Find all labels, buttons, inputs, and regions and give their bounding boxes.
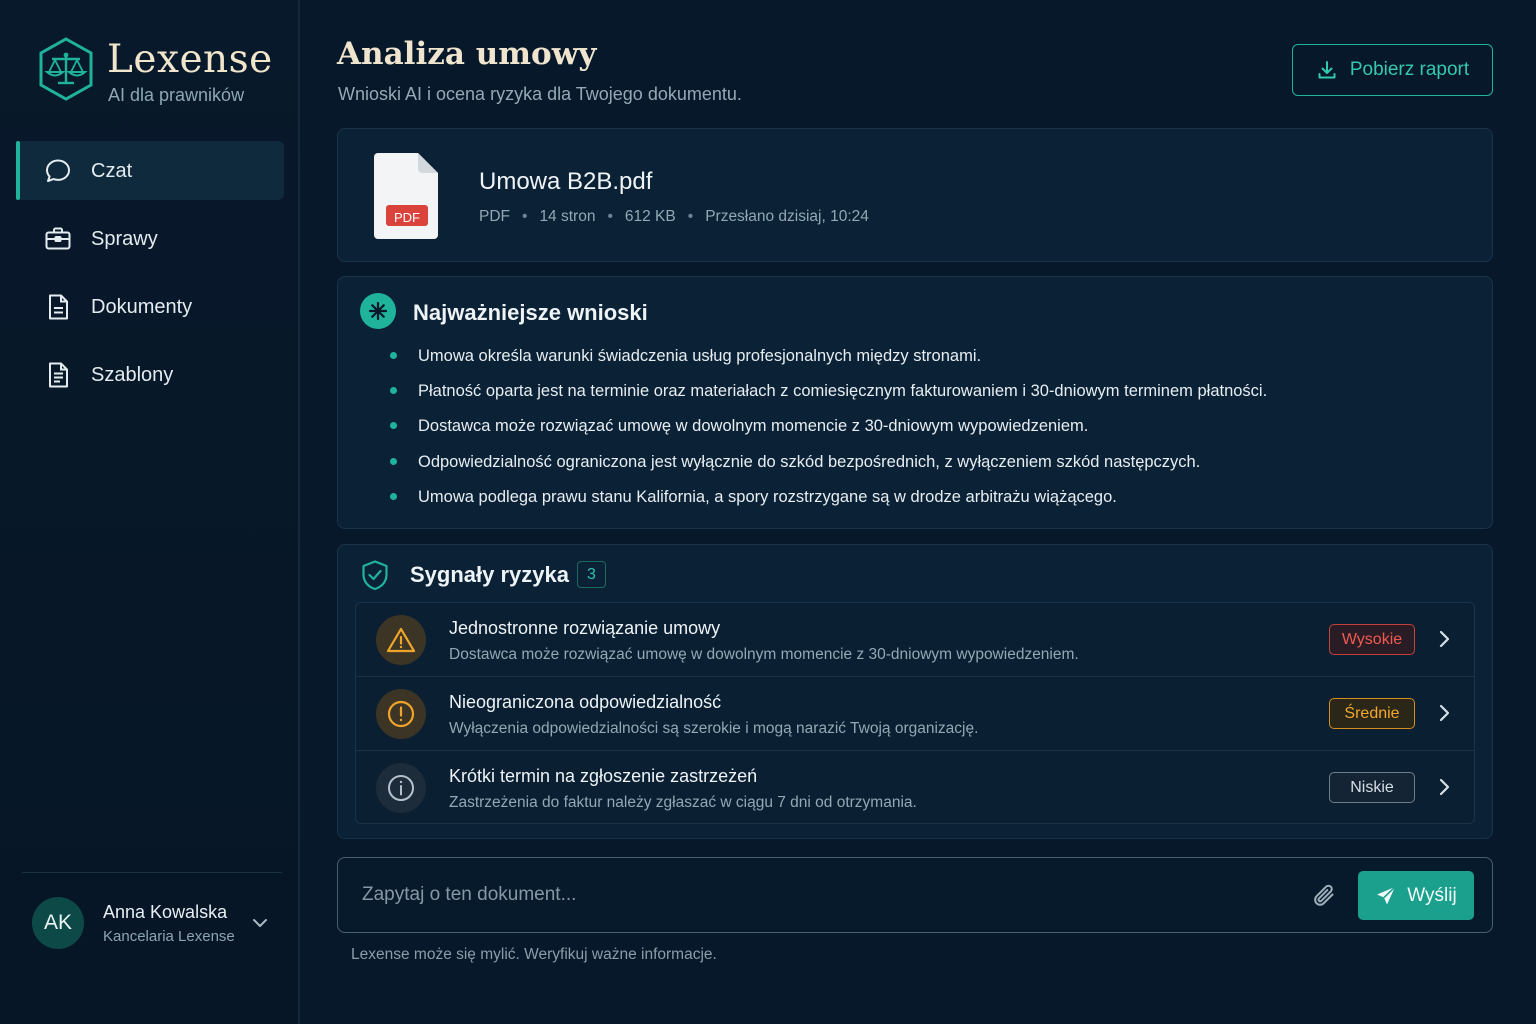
sidebar-item-dokumenty[interactable]: Dokumenty [16, 277, 284, 336]
sidebar: Lexense AI dla prawników Czat Sprawy Dok… [0, 0, 300, 1024]
risk-level-badge: Niskie [1329, 772, 1415, 803]
risk-description: Zastrzeżenia do faktur należy zgłaszać w… [449, 794, 917, 811]
sparkle-icon [360, 293, 396, 329]
paperclip-icon[interactable] [1311, 882, 1339, 910]
risk-item-low[interactable]: Krótki termin na zgłoszenie zastrzeżeń Z… [356, 751, 1474, 823]
send-icon [1377, 885, 1396, 904]
meta-separator: • [607, 208, 613, 225]
download-report-label: Pobierz raport [1349, 59, 1470, 80]
warning-triangle-icon [376, 615, 426, 665]
insight-item: Dostawca może rozwiązać umowę w dowolnym… [388, 413, 1267, 448]
key-insights-list: Umowa określa warunki świadczenia usług … [388, 343, 1267, 519]
risk-description: Dostawca może rozwiązać umowę w dowolnym… [449, 646, 1079, 663]
sidebar-item-label: Czat [91, 160, 133, 182]
brand[interactable]: Lexense AI dla prawników [36, 36, 286, 106]
chevron-right-icon [1439, 778, 1450, 796]
insight-item: Umowa określa warunki świadczenia usług … [388, 343, 1267, 378]
send-button[interactable]: Wyślij [1358, 871, 1474, 920]
file-name: Umowa B2B.pdf [479, 168, 653, 195]
user-organization: Kancelaria Lexense [103, 928, 235, 945]
risk-title: Nieograniczona odpowiedzialność [449, 692, 722, 712]
sidebar-item-label: Szablony [91, 364, 174, 386]
sidebar-item-szablony[interactable]: Szablony [16, 345, 284, 404]
sidebar-item-czat[interactable]: Czat [16, 141, 284, 200]
pdf-icon-label: PDF [394, 210, 420, 225]
file-type: PDF [479, 208, 510, 225]
file-pages: 14 stron [539, 208, 596, 225]
risk-level-badge: Wysokie [1329, 624, 1415, 655]
file-meta: PDF • 14 stron • 612 KB • Przesłano dzis… [479, 207, 869, 227]
user-menu[interactable]: AK Anna Kowalska Kancelaria Lexense [32, 897, 280, 951]
chevron-right-icon [1439, 630, 1450, 648]
template-icon [49, 362, 68, 388]
brand-tagline: AI dla prawników [108, 85, 245, 105]
info-circle-icon [376, 763, 426, 813]
shield-check-icon [362, 560, 388, 591]
risk-level-badge: Średnie [1329, 698, 1415, 729]
briefcase-icon [45, 227, 71, 250]
risk-signals-title: Sygnały ryzyka [410, 562, 569, 587]
chevron-right-icon [1439, 704, 1450, 722]
download-report-button[interactable]: Pobierz raport [1292, 44, 1493, 96]
sidebar-item-sprawy[interactable]: Sprawy [16, 209, 284, 268]
sidebar-item-label: Sprawy [91, 228, 158, 250]
insight-item: Płatność oparta jest na terminie oraz ma… [388, 378, 1267, 413]
chevron-down-icon [253, 919, 267, 927]
risk-description: Wyłączenia odpowiedzialności są szerokie… [449, 720, 979, 737]
meta-separator: • [522, 208, 528, 225]
insight-item: Umowa podlega prawu stanu Kalifornia, a … [388, 484, 1267, 519]
insight-item: Odpowiedzialność ograniczona jest wyłącz… [388, 449, 1267, 484]
chat-composer: Wyślij [337, 857, 1493, 933]
file-card: PDF Umowa B2B.pdf PDF • 14 stron • 612 K… [337, 128, 1493, 262]
chat-bubble-icon [46, 159, 70, 182]
meta-separator: • [687, 208, 694, 225]
key-insights-title: Najważniejsze wnioski [413, 300, 648, 325]
avatar: AK [32, 897, 84, 949]
sidebar-divider [22, 872, 282, 873]
user-name: Anna Kowalska [103, 902, 228, 922]
key-insights-card: Najważniejsze wnioski Umowa określa waru… [337, 276, 1493, 529]
scales-icon [39, 37, 93, 101]
file-size: 612 KB [624, 208, 676, 225]
risk-item-high[interactable]: Jednostronne rozwiązanie umowy Dostawca … [356, 603, 1474, 677]
sidebar-nav: Czat Sprawy Dokumenty Szablony [16, 141, 284, 413]
chat-input[interactable] [362, 880, 1262, 910]
disclaimer: Lexense może się mylić. Weryfikuj ważne … [351, 946, 717, 963]
document-icon [49, 294, 68, 320]
risk-list: Jednostronne rozwiązanie umowy Dostawca … [355, 602, 1475, 824]
page-subtitle: Wnioski AI i ocena ryzyka dla Twojego do… [338, 84, 742, 104]
exclamation-circle-icon [376, 689, 426, 739]
page-title: Analiza umowy [337, 36, 597, 72]
download-icon [1318, 61, 1336, 79]
file-uploaded: Przesłano dzisiaj, 10:24 [705, 208, 869, 225]
sidebar-item-label: Dokumenty [91, 296, 193, 318]
risk-signals-card: Sygnały ryzyka 3 Jednostronne rozwiązani… [337, 544, 1493, 839]
risk-title: Krótki termin na zgłoszenie zastrzeżeń [449, 766, 758, 786]
brand-name: Lexense [107, 37, 273, 82]
send-label: Wyślij [1407, 884, 1457, 906]
risk-count-badge: 3 [577, 561, 606, 588]
risk-title: Jednostronne rozwiązanie umowy [449, 618, 721, 638]
risk-item-medium[interactable]: Nieograniczona odpowiedzialność Wyłączen… [356, 677, 1474, 751]
